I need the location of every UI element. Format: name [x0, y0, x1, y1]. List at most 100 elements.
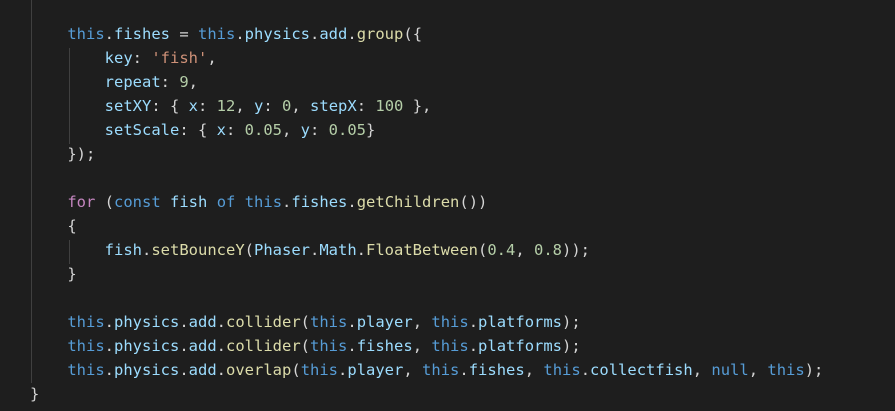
code-token: collider [226, 313, 301, 331]
code-token: physics [114, 361, 180, 379]
code-token: ( [300, 337, 311, 355]
code-token: { [67, 217, 77, 235]
code-token: 'fish' [151, 49, 208, 67]
code-token: fishes [356, 337, 413, 355]
code-line[interactable]: for (const fish of this.fishes.getChildr… [30, 190, 487, 214]
code-token: )); [562, 241, 591, 259]
code-token: x [216, 121, 226, 139]
code-token: . [347, 25, 357, 43]
code-token: . [459, 361, 469, 379]
code-token: add [188, 361, 217, 379]
code-token: this [310, 313, 348, 331]
code-token: : [356, 97, 376, 115]
code-token: Math [319, 241, 357, 259]
code-token: . [179, 361, 189, 379]
code-token: ); [562, 337, 581, 355]
code-token: }, [403, 97, 432, 115]
code-line[interactable]: this.physics.add.collider(this.fishes, t… [30, 334, 581, 358]
code-token: this [767, 361, 805, 379]
code-token: this [543, 361, 581, 379]
code-token: , [403, 361, 423, 379]
code-token: , [412, 313, 432, 331]
code-line[interactable]: this.physics.add.overlap(this.player, th… [30, 358, 823, 382]
code-token: . [104, 337, 114, 355]
code-editor[interactable]: this.fishes = this.physics.add.group({ k… [0, 0, 895, 411]
code-token: this [67, 25, 105, 43]
code-token: ( [291, 361, 301, 379]
code-token: = [170, 25, 198, 43]
code-token: . [104, 313, 114, 331]
code-line[interactable]: fish.setBounceY(Phaser.Math.FloatBetween… [30, 238, 590, 262]
code-token: physics [114, 337, 180, 355]
code-token: this [67, 361, 105, 379]
code-token: this [244, 193, 283, 211]
code-line[interactable]: setXY: { x: 12, y: 0, stepX: 100 }, [30, 94, 432, 118]
code-token: this [67, 313, 105, 331]
code-token: , [692, 361, 712, 379]
code-token: . [104, 25, 114, 43]
code-token: this [67, 337, 105, 355]
code-token: player [356, 313, 413, 331]
code-token: : { [179, 121, 217, 139]
code-token: . [580, 361, 591, 379]
code-token: } [30, 385, 40, 403]
code-token: 100 [375, 97, 404, 115]
code-token: : [160, 73, 180, 91]
code-token: : { [151, 97, 189, 115]
code-token: , [281, 121, 301, 139]
code-token: of [216, 193, 236, 211]
code-token: this [300, 361, 339, 379]
code-line[interactable]: this.physics.add.collider(this.player, t… [30, 310, 581, 334]
code-token: FloatBetween [366, 241, 478, 259]
code-token: this [431, 313, 469, 331]
code-line[interactable]: } [30, 382, 39, 406]
code-token: , [524, 361, 544, 379]
code-token: . [216, 337, 227, 355]
code-token: , [235, 97, 255, 115]
code-token: player [347, 361, 404, 379]
code-token: . [356, 241, 367, 259]
code-token: . [141, 241, 152, 259]
code-token: ()) [459, 193, 488, 211]
code-token: , [291, 97, 311, 115]
code-line[interactable]: this.fishes = this.physics.add.group({ [30, 22, 422, 46]
code-token: const [114, 193, 161, 211]
code-token: group [356, 25, 404, 43]
code-token: ); [562, 313, 581, 331]
code-token: . [347, 193, 357, 211]
code-token: . [347, 337, 357, 355]
code-token: . [104, 361, 114, 379]
code-token: add [188, 337, 217, 355]
code-line[interactable]: } [30, 262, 77, 286]
code-token: setXY [104, 97, 152, 115]
code-token: y [254, 97, 264, 115]
code-token: , [412, 337, 432, 355]
code-token: 9 [179, 73, 189, 91]
code-token: ( [95, 193, 114, 211]
code-token: collider [226, 337, 301, 355]
code-token: fishes [114, 25, 170, 43]
code-token: , [188, 73, 199, 91]
code-token: } [366, 121, 376, 139]
code-token: physics [244, 25, 310, 43]
code-token: . [468, 313, 479, 331]
code-token: y [300, 121, 310, 139]
code-token: . [179, 337, 189, 355]
code-line[interactable]: key: 'fish', [30, 46, 217, 70]
code-token: : [225, 121, 245, 139]
code-token: . [216, 313, 227, 331]
code-token: . [347, 313, 357, 331]
code-token: } [67, 265, 77, 283]
code-line[interactable]: { [30, 214, 77, 238]
code-line[interactable]: repeat: 9, [30, 70, 198, 94]
code-line[interactable]: }); [30, 142, 95, 166]
code-line[interactable]: setScale: { x: 0.05, y: 0.05} [30, 118, 376, 142]
code-token: this [310, 337, 348, 355]
